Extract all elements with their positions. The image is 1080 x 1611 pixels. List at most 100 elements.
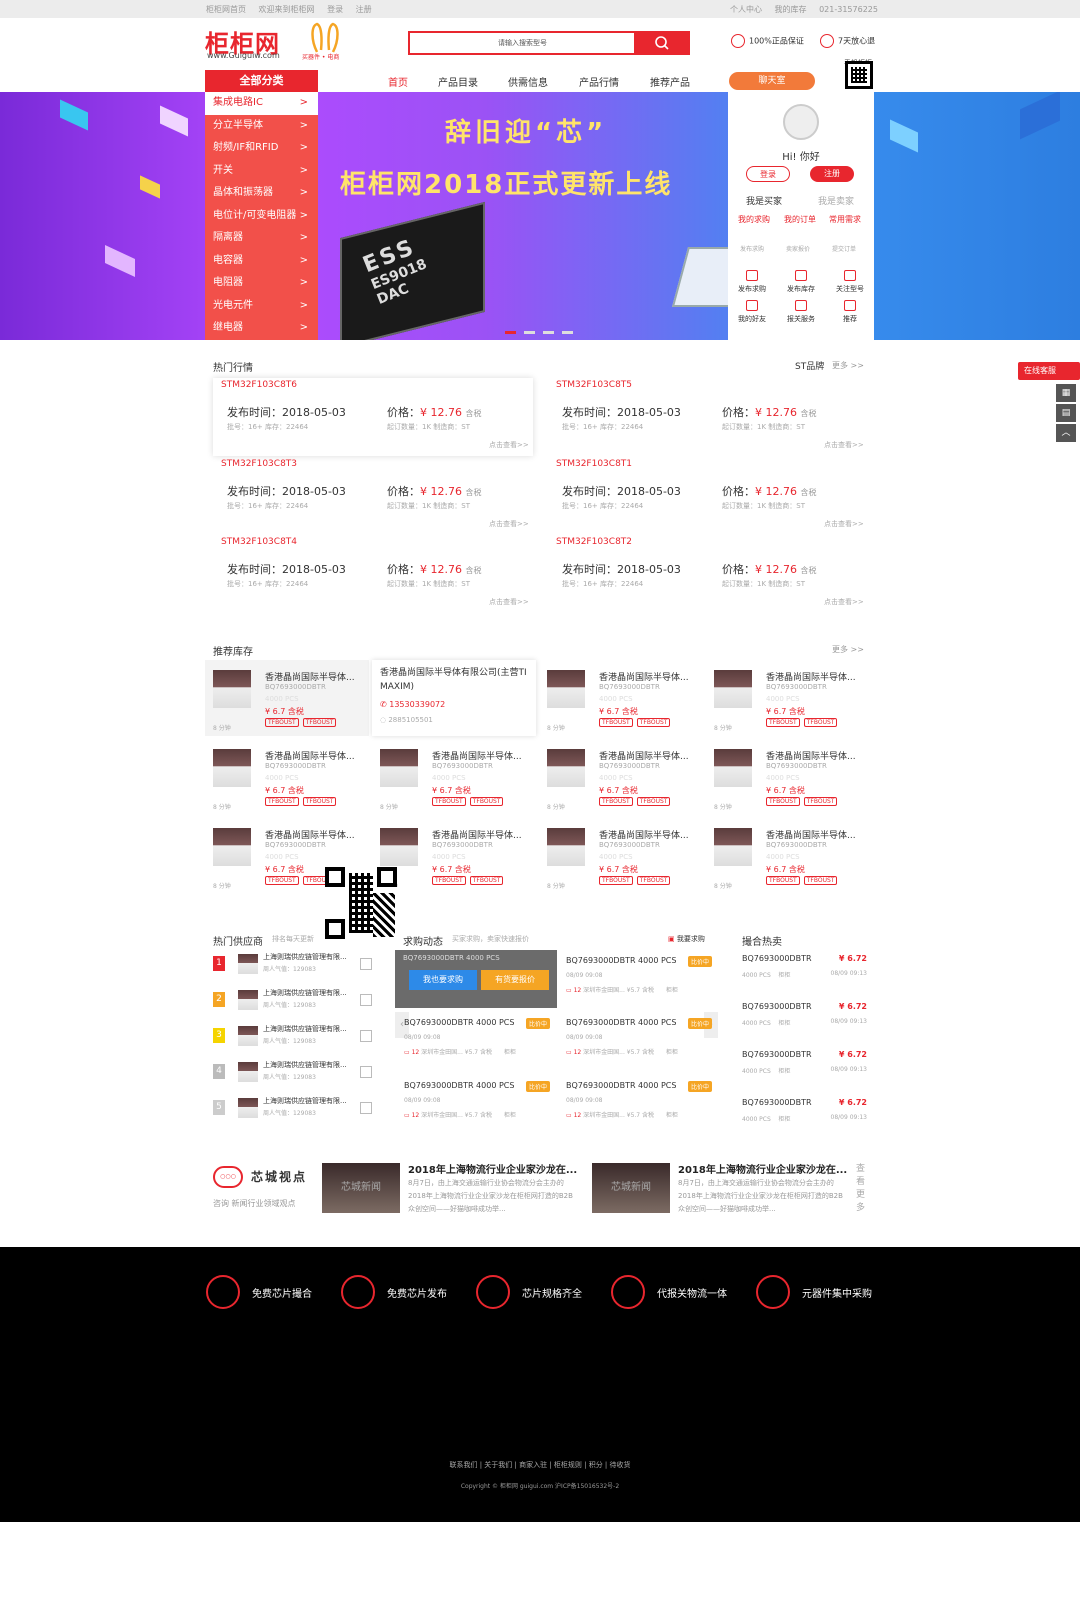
- part-number[interactable]: STM32F103C8T1: [556, 459, 632, 469]
- hot-deal-item[interactable]: BQ7693000DBTR ¥ 6.72 4000 PCS 柜柜 08/09 0…: [742, 1048, 867, 1096]
- supplier-name[interactable]: 香港晶尚国际半导体...: [265, 749, 355, 762]
- demand-item[interactable]: BQ7693000DBTR 4000 PCS 比价中 08/09 09:08 ▭…: [566, 1075, 716, 1135]
- demand-title[interactable]: BQ7693000DBTR 4000 PCS: [566, 1081, 676, 1090]
- personal-center-link[interactable]: 个人中心: [730, 5, 762, 14]
- view-link[interactable]: 点击查看>>: [489, 440, 529, 450]
- supplier-name[interactable]: 上海则瑞供应链管理有限...: [263, 952, 347, 962]
- register-link[interactable]: 注册: [356, 5, 372, 14]
- supplier-item[interactable]: 4 上海则瑞供应链管理有限... 周人气值：129083: [213, 1060, 372, 1088]
- view-link[interactable]: 点击查看>>: [489, 519, 529, 529]
- supplier-item[interactable]: 2 上海则瑞供应链管理有限... 周人气值：129083: [213, 988, 372, 1016]
- stock-item[interactable]: 香港晶尚国际半导体... BQ7693000DBTR 4000 PCS ¥ 6.…: [706, 660, 870, 736]
- hot-deal-item[interactable]: BQ7693000DBTR ¥ 6.72 4000 PCS 柜柜 08/09 0…: [742, 952, 867, 1000]
- quote-button[interactable]: 有货要报价: [481, 970, 549, 990]
- supplier-name[interactable]: 上海则瑞供应链管理有限...: [263, 1060, 347, 1070]
- common-needs-link[interactable]: 常用需求: [829, 214, 861, 225]
- category-item[interactable]: 晶体和振荡器 >: [205, 182, 318, 205]
- tab-seller[interactable]: 我是卖家: [818, 194, 854, 207]
- supplier-popup[interactable]: 香港晶尚国际半导体有限公司(主营TI MAXIM) ✆ 13530339072 …: [372, 660, 536, 736]
- stock-item[interactable]: 香港晶尚国际半导体... BQ7693000DBTR 4000 PCS ¥ 6.…: [372, 739, 536, 815]
- category-item[interactable]: 集成电路IC >: [205, 92, 318, 115]
- category-item[interactable]: 电阻器 >: [205, 272, 318, 295]
- my-stock-link[interactable]: 我的库存: [775, 5, 807, 14]
- grid-icon[interactable]: [360, 994, 372, 1006]
- demand-title[interactable]: BQ7693000DBTR 4000 PCS: [404, 1081, 514, 1090]
- carousel-dot[interactable]: [524, 331, 535, 334]
- supplier-name[interactable]: 香港晶尚国际半导体...: [766, 828, 856, 841]
- more-link[interactable]: 更多 >>: [832, 644, 864, 655]
- demand-item[interactable]: BQ7693000DBTR 4000 PCS 比价中 08/09 09:08 ▭…: [404, 1012, 554, 1072]
- stock-item[interactable]: 香港晶尚国际半导体... BQ7693000DBTR 4000 PCS ¥ 6.…: [539, 818, 703, 894]
- back-to-top-icon[interactable]: ︿: [1056, 424, 1076, 442]
- carousel-dot[interactable]: [543, 331, 554, 334]
- demand-title[interactable]: BQ7693000DBTR 4000 PCS: [566, 956, 676, 965]
- supplier-item[interactable]: 1 上海则瑞供应链管理有限... 周人气值：129083: [213, 952, 372, 980]
- market-card[interactable]: STM32F103C8T1 发布时间：2018-05-03 价格：¥ 12.76…: [548, 457, 868, 535]
- brand-filter[interactable]: ST品牌: [795, 359, 824, 372]
- hot-deal-item[interactable]: BQ7693000DBTR ¥ 6.72 4000 PCS 柜柜 08/09 0…: [742, 1096, 867, 1144]
- news-title[interactable]: 2018年上海物流行业企业家沙龙在...: [408, 1161, 577, 1176]
- category-item[interactable]: 光电元件 >: [205, 295, 318, 318]
- part-number[interactable]: STM32F103C8T6: [221, 380, 297, 390]
- supplier-name[interactable]: 香港晶尚国际半导体...: [766, 670, 856, 683]
- supplier-name[interactable]: 香港晶尚国际半导体...: [265, 670, 355, 683]
- hot-deal-item[interactable]: BQ7693000DBTR ¥ 6.72 4000 PCS 柜柜 08/09 0…: [742, 1000, 867, 1048]
- market-card[interactable]: STM32F103C8T2 发布时间：2018-05-03 价格：¥ 12.76…: [548, 535, 868, 613]
- supplier-name[interactable]: 香港晶尚国际半导体...: [432, 749, 522, 762]
- supplier-name[interactable]: 香港晶尚国际半导体...: [599, 828, 689, 841]
- supplier-name[interactable]: 上海则瑞供应链管理有限...: [263, 1096, 347, 1106]
- panel-register-button[interactable]: 注册: [810, 166, 854, 182]
- recommend-button[interactable]: 推荐: [826, 300, 874, 324]
- demand-item[interactable]: BQ7693000DBTR 4000 PCS 比价中 08/09 09:08 ▭…: [404, 1075, 554, 1135]
- news-item[interactable]: 芯城新闻 2018年上海物流行业企业家沙龙在... 8月7日，由上海交通运输行业…: [592, 1163, 854, 1223]
- my-friends-button[interactable]: 我的好友: [728, 300, 776, 324]
- qr-float-icon[interactable]: ▦: [1056, 384, 1076, 402]
- supplier-name[interactable]: 上海则瑞供应链管理有限...: [263, 988, 347, 998]
- carousel-dot[interactable]: [505, 331, 516, 334]
- category-item[interactable]: 电位计/可变电阻器 >: [205, 205, 318, 228]
- request-too-button[interactable]: 我也要求购: [409, 970, 477, 990]
- supplier-name[interactable]: 上海则瑞供应链管理有限...: [263, 1024, 347, 1034]
- all-categories-button[interactable]: 全部分类: [205, 70, 318, 92]
- grid-icon[interactable]: [360, 1102, 372, 1114]
- grid-icon[interactable]: [360, 1066, 372, 1078]
- model-number[interactable]: BQ7693000DBTR: [742, 1098, 812, 1107]
- hero-banner[interactable]: 辞旧迎“芯” 柜柜网2018正式更新上线 ESS ES9018 DAC: [0, 92, 1080, 340]
- supplier-name[interactable]: 香港晶尚国际半导体...: [265, 828, 355, 841]
- part-number[interactable]: STM32F103C8T3: [221, 459, 297, 469]
- more-link[interactable]: 更多 >>: [832, 360, 864, 371]
- demand-title[interactable]: BQ7693000DBTR 4000 PCS: [566, 1018, 676, 1027]
- carousel-dot[interactable]: [562, 331, 573, 334]
- demand-item[interactable]: BQ7693000DBTR 4000 PCS 比价中 08/09 09:08 ▭…: [566, 1012, 716, 1072]
- category-item[interactable]: 开关 >: [205, 160, 318, 183]
- footer-links[interactable]: 联系我们 | 关于我们 | 商家入驻 | 柜柜规则 | 积分 | 待收货: [0, 1460, 1080, 1470]
- part-number[interactable]: STM32F103C8T4: [221, 537, 297, 547]
- category-item[interactable]: 继电器 >: [205, 317, 318, 340]
- market-card[interactable]: STM32F103C8T3 发布时间：2018-05-03 价格：¥ 12.76…: [213, 457, 533, 535]
- online-service-button[interactable]: 在线客服: [1018, 362, 1080, 380]
- supplier-name[interactable]: 香港晶尚国际半导体...: [599, 749, 689, 762]
- my-orders-link[interactable]: 我的订单: [784, 214, 816, 225]
- supplier-name[interactable]: 香港晶尚国际半导体...: [432, 828, 522, 841]
- view-link[interactable]: 点击查看>>: [824, 440, 864, 450]
- supplier-item[interactable]: 5 上海则瑞供应链管理有限... 周人气值：129083: [213, 1096, 372, 1124]
- chat-room-button[interactable]: 聊天室: [729, 72, 815, 90]
- market-card[interactable]: STM32F103C8T5 发布时间：2018-05-03 价格：¥ 12.76…: [548, 378, 868, 456]
- message-icon[interactable]: ▤: [1056, 404, 1076, 422]
- view-link[interactable]: 点击查看>>: [824, 519, 864, 529]
- supplier-name[interactable]: 香港晶尚国际半导体...: [599, 670, 689, 683]
- part-number[interactable]: STM32F103C8T5: [556, 380, 632, 390]
- nav-market[interactable]: 产品行情: [579, 74, 619, 89]
- nav-supply-demand[interactable]: 供需信息: [508, 74, 548, 89]
- category-item[interactable]: 射频/IF和RFID >: [205, 137, 318, 160]
- category-item[interactable]: 隔离器 >: [205, 227, 318, 250]
- view-link[interactable]: 点击查看>>: [489, 597, 529, 607]
- supplier-name[interactable]: 香港晶尚国际半导体...: [766, 749, 856, 762]
- publish-request-button[interactable]: 发布求购: [728, 270, 776, 294]
- market-card[interactable]: STM32F103C8T4 发布时间：2018-05-03 价格：¥ 12.76…: [213, 535, 533, 613]
- news-item[interactable]: 芯城新闻 2018年上海物流行业企业家沙龙在... 8月7日，由上海交通运输行业…: [322, 1163, 584, 1223]
- grid-icon[interactable]: [360, 958, 372, 970]
- nav-recommended[interactable]: 推荐产品: [650, 74, 690, 89]
- model-number[interactable]: BQ7693000DBTR: [742, 954, 812, 963]
- home-link[interactable]: 柜柜网首页: [206, 5, 246, 14]
